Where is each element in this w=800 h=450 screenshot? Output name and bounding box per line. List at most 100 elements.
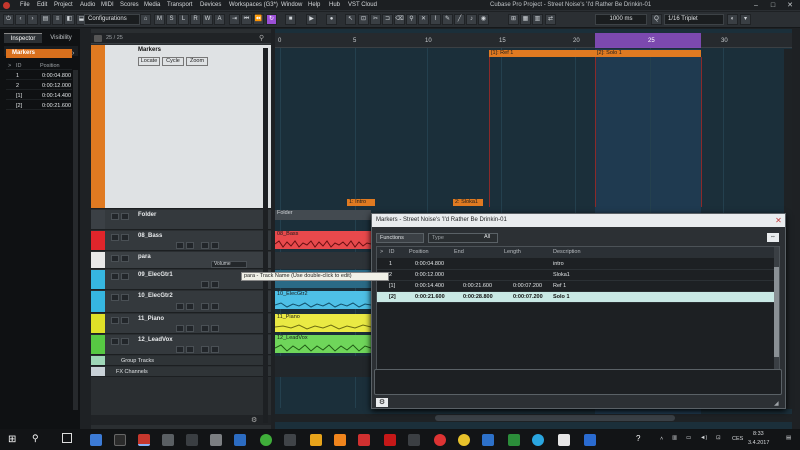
write-automation-button[interactable] — [186, 303, 194, 310]
inspector-marker-row[interactable]: 1 0:00:04.800 — [6, 72, 72, 80]
track-name[interactable]: 10_ElecGtr2 — [138, 293, 173, 299]
track-11-piano[interactable]: 11_Piano — [91, 314, 271, 334]
line-tool-icon[interactable]: ╱ — [454, 14, 465, 25]
close-icon[interactable]: ✕ — [784, 1, 796, 10]
edge-icon[interactable] — [90, 434, 102, 446]
menu-edit[interactable]: Edit — [37, 2, 47, 8]
video-app-icon[interactable] — [384, 434, 396, 446]
configurations-dropdown[interactable]: Configurations — [84, 14, 140, 25]
network-icon[interactable]: ▥ — [672, 435, 677, 441]
volume-icon[interactable]: ◄) — [700, 435, 707, 441]
record-enable-button[interactable] — [201, 242, 209, 249]
s-button[interactable]: S — [166, 14, 177, 25]
marker-1-intro[interactable]: 1: Intro — [347, 199, 375, 206]
vlc-icon[interactable] — [334, 434, 346, 446]
home-icon[interactable]: ⌂ — [140, 14, 151, 25]
section-chevron-icon[interactable]: › — [72, 49, 80, 58]
record-enable-button[interactable] — [201, 325, 209, 332]
cycle-dropdown[interactable]: Cycle — [162, 57, 184, 66]
table-row[interactable]: 2 0:00:12.000 Sloka1 — [377, 270, 779, 281]
object-select-icon[interactable]: ↖ — [345, 14, 356, 25]
track-name[interactable]: 08_Bass — [138, 233, 162, 239]
minimize-icon[interactable]: – — [750, 1, 762, 10]
notepad-icon[interactable] — [558, 434, 570, 446]
locate-dropdown[interactable]: Locate — [138, 57, 160, 66]
media-icon[interactable] — [186, 434, 198, 446]
split-tool-icon[interactable]: ✂ — [370, 14, 381, 25]
inspector-marker-row[interactable]: [1] 0:00:14.400 — [6, 92, 72, 100]
track-10-elecgtr2[interactable]: 10_ElecGtr2 — [91, 291, 271, 313]
grid-settings-icon[interactable]: ▥ — [532, 14, 543, 25]
mute-button[interactable] — [111, 234, 119, 241]
r-button[interactable]: R — [190, 14, 201, 25]
inspector-scrollbar[interactable] — [73, 70, 78, 410]
table-row-selected[interactable]: [2] 0:00:21.600 0:00:28.800 0:00:07.200 … — [377, 292, 779, 303]
menu-help[interactable]: Help — [308, 2, 320, 8]
cycle-marker-solo-1[interactable]: [2]: Solo 1 — [595, 50, 701, 57]
spreadsheet-icon[interactable] — [508, 434, 520, 446]
menu-hub[interactable]: Hub — [329, 2, 340, 8]
automation-parameter-dropdown[interactable]: Volume — [211, 261, 247, 268]
mute-button[interactable] — [111, 255, 119, 262]
media-app-icon[interactable] — [358, 434, 370, 446]
color-menu-icon[interactable]: ◐ — [727, 14, 738, 25]
project-horizontal-scrollbar[interactable] — [275, 414, 792, 422]
close-icon[interactable]: ✕ — [774, 216, 783, 225]
track-list-scrollbar[interactable] — [263, 48, 268, 423]
snap-toggle-icon[interactable]: ⇄ — [545, 14, 556, 25]
resize-grip-icon[interactable]: ◢ — [774, 400, 782, 408]
zoom-dropdown[interactable]: Zoom — [186, 57, 208, 66]
word-icon[interactable] — [482, 434, 494, 446]
track-para-automation[interactable]: para Volume — [91, 252, 271, 269]
color-tool-icon[interactable]: ◉ — [478, 14, 489, 25]
mute-button[interactable] — [111, 338, 119, 345]
file-explorer-icon[interactable] — [310, 434, 322, 446]
write-automation-button[interactable] — [186, 242, 194, 249]
solo-button[interactable] — [121, 255, 129, 262]
monitor-button[interactable] — [211, 346, 219, 353]
tray-chevron-icon[interactable]: ˄ — [660, 436, 663, 442]
info-line-icon[interactable]: ≡ — [52, 14, 63, 25]
forward-icon[interactable]: › — [27, 14, 38, 25]
menu-devices[interactable]: Devices — [200, 2, 221, 8]
action-center-icon[interactable]: ▤ — [786, 435, 791, 441]
clock-date[interactable]: 3.4.2017 — [748, 440, 769, 446]
calculator-icon[interactable] — [210, 434, 222, 446]
back-icon[interactable]: ‹ — [15, 14, 26, 25]
w-button[interactable]: W — [202, 14, 213, 25]
track-name[interactable]: Folder — [138, 212, 156, 218]
battery-icon[interactable]: ▭ — [686, 435, 691, 441]
record-enable-button[interactable] — [201, 303, 209, 310]
track-folder[interactable]: Folder — [91, 210, 271, 230]
mute-button[interactable] — [111, 294, 119, 301]
solo-button[interactable] — [121, 273, 129, 280]
tab-inspector[interactable]: Inspector — [4, 33, 42, 43]
activate-project-icon[interactable]: ⏻ — [3, 14, 14, 25]
solo-button[interactable] — [121, 234, 129, 241]
menu-vst-cloud[interactable]: VST Cloud — [348, 2, 377, 8]
monitor-button[interactable] — [211, 281, 219, 288]
stop-icon[interactable]: ■ — [285, 14, 296, 25]
mute-tool-icon[interactable]: ✕ — [418, 14, 429, 25]
go-to-start-icon[interactable]: ⏮ — [241, 14, 252, 25]
maximize-icon[interactable]: □ — [767, 1, 779, 10]
record-icon[interactable]: ● — [326, 14, 337, 25]
solo-button[interactable] — [121, 294, 129, 301]
menu-workspaces[interactable]: Workspaces (G3*) — [229, 2, 278, 8]
table-row[interactable]: 1 0:00:04.800 intro — [377, 259, 779, 270]
table-row[interactable]: [1] 0:00:14.400 0:00:21.600 0:00:07.200 … — [377, 281, 779, 292]
menu-transport[interactable]: Transport — [167, 2, 192, 8]
settings-app-icon[interactable] — [284, 434, 296, 446]
track-name[interactable]: 11_Piano — [138, 316, 164, 322]
monitor-button[interactable] — [211, 325, 219, 332]
folder-event[interactable]: Folder — [275, 210, 371, 220]
menu-project[interactable]: Project — [54, 2, 73, 8]
task-view-icon[interactable] — [62, 433, 72, 443]
read-automation-button[interactable] — [176, 346, 184, 353]
inspector-marker-row[interactable]: 2 0:00:12.000 — [6, 82, 72, 90]
search-icon[interactable]: ⚲ — [259, 34, 264, 42]
zoom-tool-icon[interactable]: ⚲ — [406, 14, 417, 25]
snap-icon[interactable]: ⊞ — [508, 14, 519, 25]
cycle-icon[interactable]: ↻ — [266, 14, 277, 25]
read-automation-button[interactable] — [176, 325, 184, 332]
